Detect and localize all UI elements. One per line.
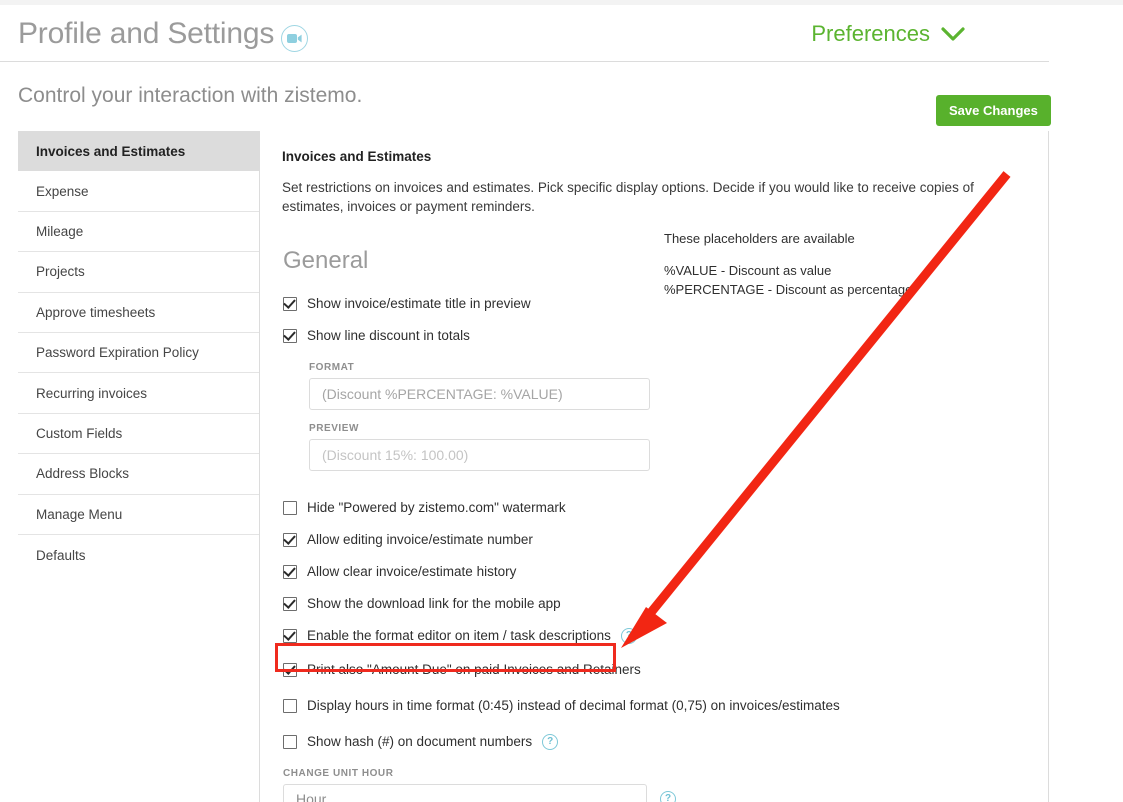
checkbox-display-hours-time-format[interactable] <box>283 698 297 713</box>
sidebar-item-label: Invoices and Estimates <box>36 143 186 159</box>
sidebar-item-label: Password Expiration Policy <box>36 345 199 361</box>
sidebar-item-label: Approve timesheets <box>36 304 156 320</box>
sidebar-item-label: Manage Menu <box>36 506 123 522</box>
checkbox-label: Show invoice/estimate title in preview <box>307 296 531 312</box>
help-icon[interactable]: ? <box>620 627 637 644</box>
section-heading-general: General <box>283 247 369 275</box>
checkbox-label: Display hours in time format (0:45) inst… <box>307 698 840 714</box>
checkbox-show-mobile-download-link[interactable] <box>283 596 297 611</box>
setting-row-show-mobile-download-link[interactable]: Show the download link for the mobile ap… <box>283 590 1028 617</box>
placeholder-help-value: %VALUE - Discount as value <box>664 262 832 278</box>
setting-row-show-title-in-preview[interactable]: Show invoice/estimate title in preview <box>283 290 1028 317</box>
sidebar-item-defaults[interactable]: Defaults <box>18 535 259 575</box>
help-icon[interactable]: ? <box>542 733 559 750</box>
video-camera-icon[interactable] <box>281 25 308 52</box>
checkbox-allow-clear-history[interactable] <box>283 564 297 579</box>
sidebar-item-expense[interactable]: Expense <box>18 171 259 212</box>
setting-row-allow-clear-history[interactable]: Allow clear invoice/estimate history <box>283 558 1028 585</box>
sidebar-item-label: Projects <box>36 264 85 280</box>
format-field-label: FORMAT <box>309 362 355 374</box>
setting-row-print-amount-due[interactable]: Print also "Amount Due" on paid Invoices… <box>283 656 1028 683</box>
sidebar-item-recurring-invoices[interactable]: Recurring invoices <box>18 373 259 414</box>
checkbox-label: Enable the format editor on item / task … <box>307 628 611 644</box>
placeholder-help-text: These placeholders are available %VALUE … <box>664 230 912 300</box>
sidebar-item-label: Custom Fields <box>36 425 123 441</box>
sidebar-item-invoices-and-estimates[interactable]: Invoices and Estimates <box>18 131 259 172</box>
subheader-text: Control your interaction with zistemo. <box>18 84 363 107</box>
checkbox-label: Show the download link for the mobile ap… <box>307 596 561 612</box>
format-field-group: FORMAT <box>309 362 1028 411</box>
sidebar-item-custom-fields[interactable]: Custom Fields <box>18 414 259 455</box>
checkbox-hide-watermark[interactable] <box>283 500 297 515</box>
setting-row-enable-format-editor[interactable]: Enable the format editor on item / task … <box>283 622 1028 649</box>
panel-title: Invoices and Estimates <box>282 149 432 164</box>
setting-row-display-hours-time-format[interactable]: Display hours in time format (0:45) inst… <box>283 692 1028 719</box>
checkbox-label: Allow clear invoice/estimate history <box>307 564 517 580</box>
settings-page: Profile and Settings Preferences Control… <box>0 0 1123 802</box>
checkbox-show-title-in-preview[interactable] <box>283 296 297 311</box>
checkbox-enable-format-editor[interactable] <box>283 628 297 643</box>
page-header: Profile and Settings Preferences <box>0 5 1049 62</box>
sidebar-item-label: Defaults <box>36 547 86 563</box>
settings-main-panel: Invoices and Estimates Set restrictions … <box>261 131 1049 802</box>
checkbox-show-hash[interactable] <box>283 734 297 749</box>
page-title: Profile and Settings <box>18 17 275 50</box>
sidebar-item-address-blocks[interactable]: Address Blocks <box>18 454 259 495</box>
save-changes-button[interactable]: Save Changes <box>936 95 1051 126</box>
checkbox-label: Print also "Amount Due" on paid Invoices… <box>307 662 641 678</box>
sidebar-item-projects[interactable]: Projects <box>18 252 259 293</box>
settings-sidebar: Invoices and Estimates Expense Mileage P… <box>18 131 260 802</box>
sidebar-item-mileage[interactable]: Mileage <box>18 212 259 253</box>
sidebar-item-label: Address Blocks <box>36 466 130 482</box>
chevron-down-icon <box>941 26 965 41</box>
preview-input <box>309 439 650 472</box>
change-unit-hour-label: CHANGE UNIT HOUR <box>283 768 394 780</box>
sidebar-item-approve-timesheets[interactable]: Approve timesheets <box>18 293 259 333</box>
checkbox-show-line-discount[interactable] <box>283 328 297 343</box>
preferences-dropdown[interactable]: Preferences <box>811 21 965 47</box>
sidebar-item-label: Expense <box>36 183 89 199</box>
format-input[interactable] <box>309 378 650 411</box>
subheader: Control your interaction with zistemo. <box>0 62 1049 129</box>
preferences-label: Preferences <box>811 21 930 46</box>
panel-description: Set restrictions on invoices and estimat… <box>282 180 974 215</box>
checkbox-label: Show hash (#) on document numbers <box>307 734 533 750</box>
preview-field-group: PREVIEW <box>309 423 1028 472</box>
checkbox-allow-editing-number[interactable] <box>283 532 297 547</box>
sidebar-item-password-expiration-policy[interactable]: Password Expiration Policy <box>18 333 259 374</box>
change-unit-hour-group: CHANGE UNIT HOUR ? <box>283 768 1028 802</box>
help-icon[interactable]: ? <box>660 791 676 802</box>
sidebar-item-manage-menu[interactable]: Manage Menu <box>18 495 259 535</box>
placeholder-help-lead: These placeholders are available <box>664 231 855 246</box>
checkbox-label: Show line discount in totals <box>307 328 470 344</box>
checkbox-label: Allow editing invoice/estimate number <box>307 532 533 548</box>
placeholder-help-percentage: %PERCENTAGE - Discount as percentage <box>664 281 913 297</box>
checkbox-label: Hide "Powered by zistemo.com" watermark <box>307 500 566 516</box>
setting-row-show-hash[interactable]: Show hash (#) on document numbers ? <box>283 728 1028 755</box>
setting-row-allow-editing-number[interactable]: Allow editing invoice/estimate number <box>283 526 1028 553</box>
setting-row-show-line-discount[interactable]: Show line discount in totals <box>283 322 1028 349</box>
sidebar-item-label: Recurring invoices <box>36 385 148 401</box>
preview-field-label: PREVIEW <box>309 423 359 435</box>
change-unit-hour-input[interactable] <box>283 784 647 802</box>
setting-row-hide-watermark[interactable]: Hide "Powered by zistemo.com" watermark <box>283 494 1028 521</box>
sidebar-item-label: Mileage <box>36 223 84 239</box>
checkbox-print-amount-due[interactable] <box>283 662 297 677</box>
